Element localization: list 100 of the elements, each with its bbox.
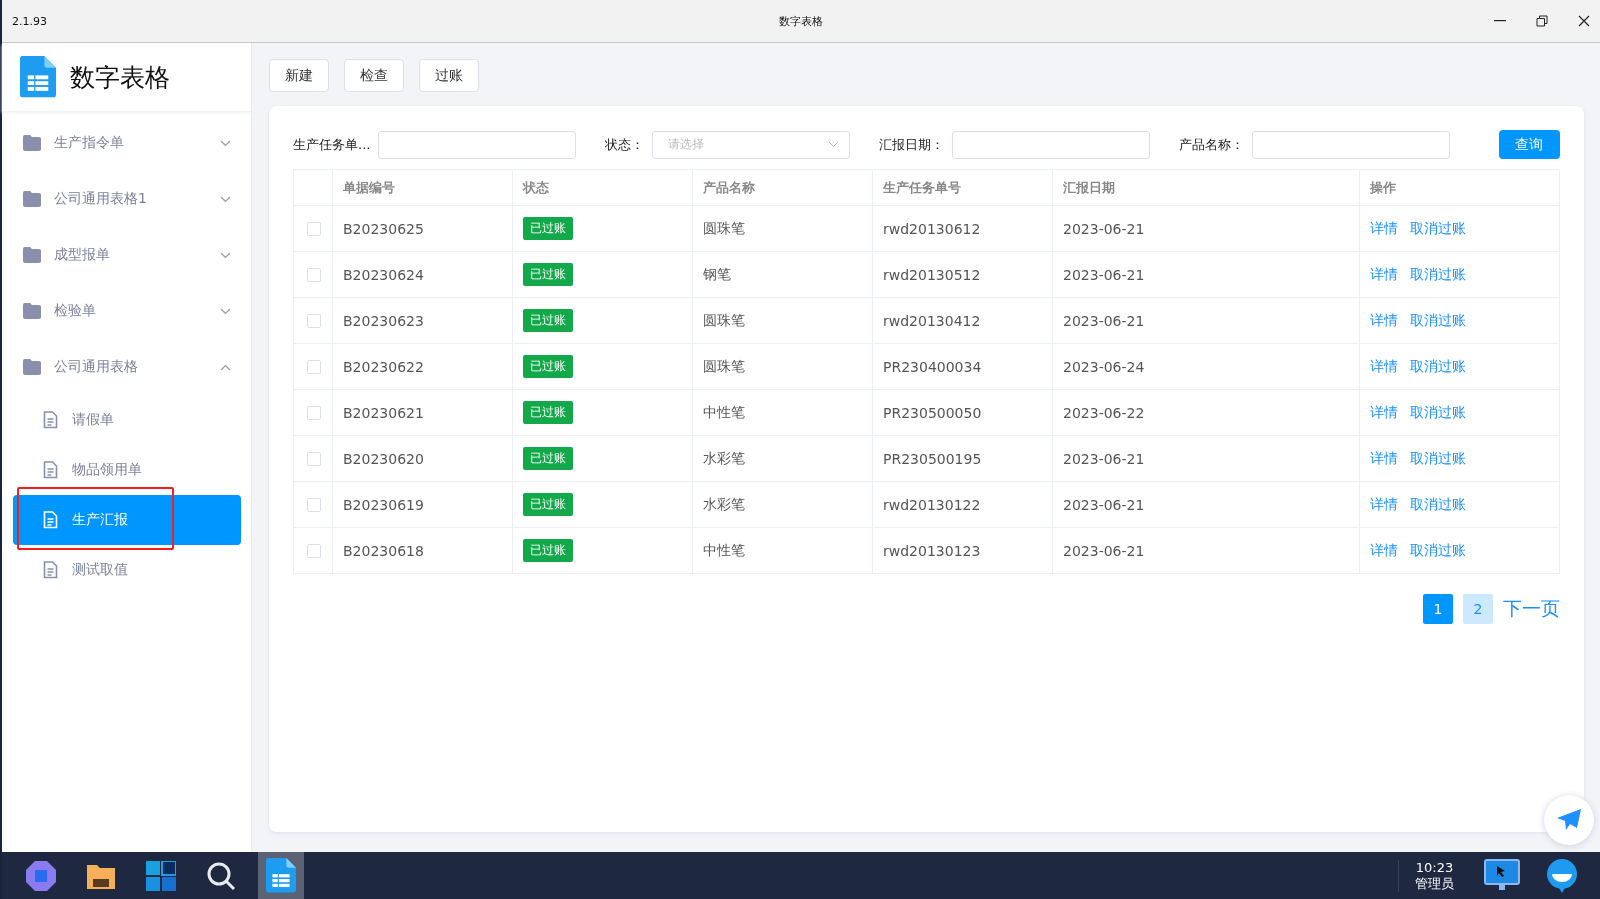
start-icon — [146, 860, 176, 891]
table-cell: B20230619 — [333, 482, 513, 528]
table-cell: 圆珠笔 — [693, 298, 873, 344]
row-checkbox[interactable] — [307, 405, 321, 420]
version-label: 2.1.93 — [12, 14, 47, 28]
row-checkbox[interactable] — [307, 267, 321, 282]
toolbar-button[interactable]: 检查 — [344, 59, 404, 92]
row-checkbox[interactable] — [307, 359, 321, 374]
menu-item[interactable]: 测试取值 — [13, 545, 241, 595]
next-page-link[interactable]: 下一页 — [1503, 596, 1560, 622]
table-cell: 中性笔 — [693, 528, 873, 574]
menu-item[interactable]: 生产汇报 — [13, 495, 241, 545]
table-cell: rwd20130412 — [873, 298, 1053, 344]
table-cell: PR230500195 — [873, 436, 1053, 482]
table-cell: 水彩笔 — [693, 436, 873, 482]
clock-time: 10:23 — [1415, 859, 1454, 876]
action-link[interactable]: 取消过账 — [1410, 495, 1466, 514]
filter-input[interactable] — [1252, 130, 1451, 159]
close-icon[interactable] — [1578, 15, 1590, 27]
table-cell: B20230623 — [333, 298, 513, 344]
action-link[interactable]: 详情 — [1370, 311, 1398, 330]
column-header: 产品名称 — [693, 170, 873, 206]
row-checkbox[interactable] — [307, 543, 321, 558]
filter-label: 汇报日期： — [879, 135, 945, 154]
action-link[interactable]: 取消过账 — [1410, 403, 1466, 422]
table-cell: B20230618 — [333, 528, 513, 574]
spreadsheet-icon — [266, 858, 296, 893]
table-cell: B20230620 — [333, 436, 513, 482]
table-cell: 2023-06-21 — [1053, 436, 1360, 482]
menu-group[interactable]: 公司通用表格 — [2, 339, 251, 395]
action-link[interactable]: 取消过账 — [1410, 265, 1466, 284]
table-cell: rwd20130123 — [873, 528, 1053, 574]
document-icon — [43, 511, 58, 529]
menu-group[interactable]: 公司通用表格1 — [2, 171, 251, 227]
chat-bubble-icon[interactable] — [1544, 857, 1580, 894]
minimize-icon[interactable] — [1494, 20, 1506, 22]
filter-input[interactable] — [378, 130, 577, 159]
action-link[interactable]: 取消过账 — [1410, 219, 1466, 238]
action-link[interactable]: 详情 — [1370, 265, 1398, 284]
column-header: 汇报日期 — [1053, 170, 1360, 206]
folder-icon — [22, 191, 42, 207]
status-tag: 已过账 — [523, 355, 573, 378]
restore-icon[interactable] — [1536, 15, 1548, 27]
query-button[interactable]: 查询 — [1498, 130, 1560, 159]
table-cell: rwd20130512 — [873, 252, 1053, 298]
action-link[interactable]: 详情 — [1370, 495, 1398, 514]
menu-group[interactable]: 检验单 — [2, 283, 251, 339]
column-header: 状态 — [513, 170, 693, 206]
menu-group[interactable]: 生产指令单 — [2, 115, 251, 171]
action-link[interactable]: 详情 — [1370, 541, 1398, 560]
taskbar-app[interactable] — [258, 852, 304, 899]
status-select[interactable]: 请选择 — [652, 130, 851, 159]
filter-label: 产品名称： — [1179, 135, 1245, 154]
monitor-icon[interactable] — [1484, 858, 1520, 893]
action-link[interactable]: 详情 — [1370, 449, 1398, 468]
menu-group[interactable]: 成型报单 — [2, 227, 251, 283]
status-tag: 已过账 — [523, 539, 573, 562]
page-button[interactable]: 1 — [1423, 594, 1453, 624]
window-title: 数字表格 — [779, 13, 823, 29]
action-link[interactable]: 取消过账 — [1410, 311, 1466, 330]
menu-item[interactable]: 物品领用单 — [13, 445, 241, 495]
folder-icon — [22, 303, 42, 319]
action-link[interactable]: 详情 — [1370, 219, 1398, 238]
document-icon — [43, 411, 58, 429]
table-cell: PR230400034 — [873, 344, 1053, 390]
filter-label: 生产任务单... — [293, 135, 371, 154]
row-checkbox[interactable] — [307, 313, 321, 328]
filter-label: 状态： — [605, 135, 645, 154]
table-cell: 水彩笔 — [693, 482, 873, 528]
chevron-down-icon — [220, 307, 231, 315]
toolbar-button[interactable]: 过账 — [419, 59, 479, 92]
column-header: 单据编号 — [333, 170, 513, 206]
document-icon — [43, 561, 58, 579]
table-cell: B20230625 — [333, 206, 513, 252]
table-cell: rwd20130122 — [873, 482, 1053, 528]
table-cell: rwd20130612 — [873, 206, 1053, 252]
table-cell: 2023-06-21 — [1053, 252, 1360, 298]
status-tag: 已过账 — [523, 401, 573, 424]
page-button[interactable]: 2 — [1463, 594, 1493, 624]
toolbar-button[interactable]: 新建 — [269, 59, 329, 92]
paper-plane-icon — [1556, 808, 1582, 832]
document-icon — [43, 461, 58, 479]
action-link[interactable]: 取消过账 — [1410, 357, 1466, 376]
menu-item[interactable]: 请假单 — [13, 395, 241, 445]
search-icon — [206, 860, 236, 891]
table-cell: 圆珠笔 — [693, 344, 873, 390]
table-cell: 2023-06-22 — [1053, 390, 1360, 436]
table-cell: 钢笔 — [693, 252, 873, 298]
spreadsheet-icon — [20, 56, 56, 98]
row-checkbox[interactable] — [307, 451, 321, 466]
table-cell: 2023-06-21 — [1053, 528, 1360, 574]
action-link[interactable]: 详情 — [1370, 403, 1398, 422]
row-checkbox[interactable] — [307, 221, 321, 236]
row-checkbox[interactable] — [307, 497, 321, 512]
table-cell: 2023-06-24 — [1053, 344, 1360, 390]
action-link[interactable]: 详情 — [1370, 357, 1398, 376]
action-link[interactable]: 取消过账 — [1410, 449, 1466, 468]
chevron-down-icon — [220, 139, 231, 147]
filter-input[interactable] — [952, 130, 1151, 159]
action-link[interactable]: 取消过账 — [1410, 541, 1466, 560]
